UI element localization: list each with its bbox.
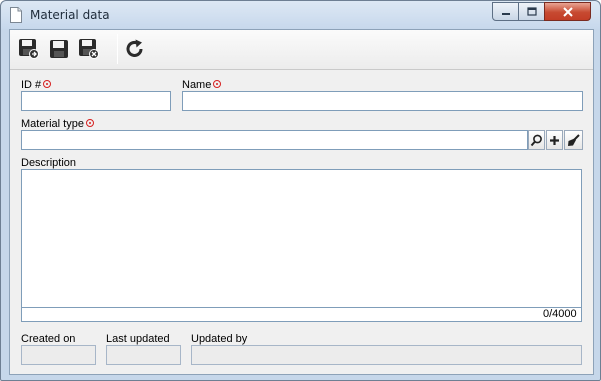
id-label: ID #: [21, 79, 52, 91]
name-field[interactable]: [182, 91, 583, 111]
save-button[interactable]: [46, 36, 72, 62]
created-on-field: [21, 345, 96, 365]
client-area: ID # Name Material type Description 0/40…: [9, 29, 594, 375]
last-updated-field: [106, 345, 181, 365]
title-bar[interactable]: Material data: [1, 1, 600, 29]
maximize-icon: [526, 6, 537, 16]
description-textarea[interactable]: [21, 169, 582, 322]
save-icon: [50, 40, 68, 58]
description-label: Description: [21, 157, 77, 169]
id-field[interactable]: [21, 91, 171, 111]
refresh-button[interactable]: [122, 36, 148, 62]
id-label-text: ID #: [21, 79, 42, 91]
material-type-search-button[interactable]: [528, 130, 545, 150]
clear-icon: [568, 133, 580, 146]
material-type-label-text: Material type: [21, 118, 84, 130]
minimize-icon: [501, 12, 510, 15]
minimize-button[interactable]: [492, 2, 519, 21]
maximize-button[interactable]: [518, 2, 545, 21]
material-type-clear-button[interactable]: [564, 130, 583, 150]
name-label-text: Name: [182, 79, 212, 91]
description-divider: [21, 307, 582, 308]
material-data-window: Material data ID # Name Material type De…: [0, 0, 601, 381]
material-type-label: Material type: [21, 118, 94, 130]
close-button[interactable]: [544, 2, 591, 21]
material-type-actions: [528, 130, 584, 150]
required-icon: [213, 80, 222, 88]
material-form: ID # Name Material type Description 0/40…: [10, 71, 593, 374]
updated-by-field: [191, 345, 582, 365]
toolbar: [10, 30, 593, 70]
toolbar-separator: [117, 34, 118, 64]
save-and-close-icon: [79, 39, 99, 59]
material-type-field[interactable]: [21, 130, 528, 150]
document-icon: [10, 7, 22, 23]
save-and-close-button[interactable]: [76, 36, 102, 62]
save-and-new-button[interactable]: [16, 36, 42, 62]
window-title: Material data: [30, 8, 110, 22]
add-icon: [550, 135, 559, 145]
save-and-new-icon: [19, 39, 39, 59]
search-icon: [530, 134, 542, 146]
description-char-counter: 0/4000: [543, 308, 577, 320]
updated-by-label: Updated by: [191, 333, 248, 345]
material-type-add-button[interactable]: [546, 130, 563, 150]
refresh-icon: [126, 39, 143, 57]
required-icon: [43, 80, 52, 88]
close-icon: [562, 6, 573, 17]
required-icon: [85, 119, 94, 127]
name-label: Name: [182, 79, 222, 91]
last-updated-label: Last updated: [106, 333, 170, 345]
created-on-label: Created on: [21, 333, 76, 345]
